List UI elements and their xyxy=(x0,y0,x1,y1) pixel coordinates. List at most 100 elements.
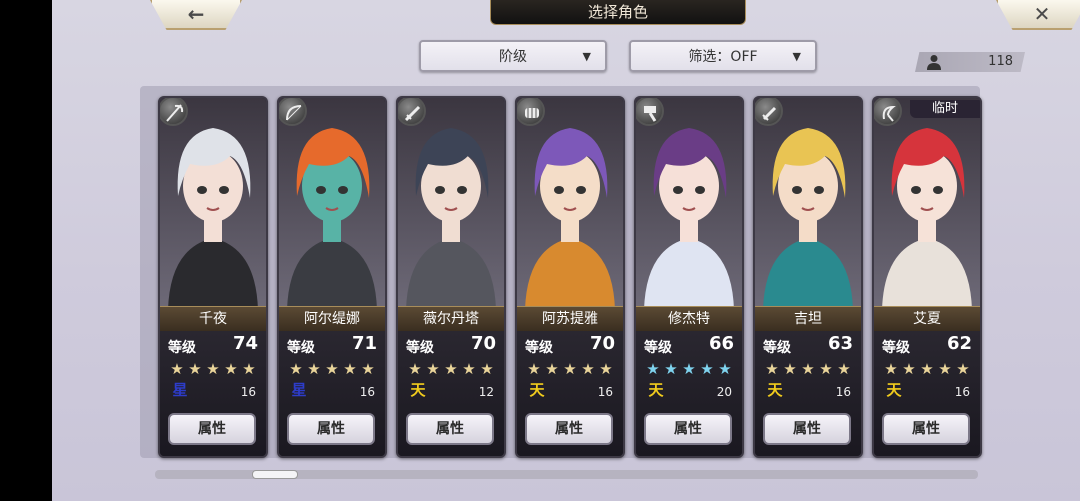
roster-count-badge: 118 xyxy=(915,52,1025,72)
star-icon: ★ xyxy=(819,360,833,378)
filter-dropdown[interactable]: 筛选：OFF ▼ xyxy=(629,40,817,72)
game-screen: ← 选择角色 ✕ 阶级 ▼ 筛选：OFF ▼ 118 千夜 等级 74 ★ ★ ★ ★ ★ 星 1… xyxy=(0,0,1080,501)
star-icon: ★ xyxy=(801,360,815,378)
close-button[interactable]: ✕ xyxy=(996,0,1080,30)
star-icon: ★ xyxy=(444,360,458,378)
character-info: 等级 71 ★ ★ ★ ★ ★ 星 16 属性 xyxy=(279,331,385,456)
character-info: 等级 70 ★ ★ ★ ★ ★ 天 16 属性 xyxy=(517,331,623,456)
character-name: 薇尔丹塔 xyxy=(398,306,504,332)
chevron-down-icon: ▼ xyxy=(582,50,591,63)
character-portrait xyxy=(279,98,385,310)
character-card[interactable]: 吉坦 等级 63 ★ ★ ★ ★ ★ 天 16 属性 xyxy=(753,96,863,458)
level-label: 等级 xyxy=(644,340,672,356)
attributes-button[interactable]: 属性 xyxy=(882,413,970,445)
dagger-icon xyxy=(755,98,783,126)
rank-number: 12 xyxy=(478,385,494,399)
star-icon: ★ xyxy=(426,360,440,378)
bow-icon xyxy=(279,98,307,126)
level-label: 等级 xyxy=(525,340,553,356)
star-icon: ★ xyxy=(545,360,559,378)
star-icon: ★ xyxy=(956,360,970,378)
character-card[interactable]: 千夜 等级 74 ★ ★ ★ ★ ★ 星 16 属性 xyxy=(158,96,268,458)
chevron-down-icon: ▼ xyxy=(792,50,801,63)
rank-icon: 天 xyxy=(886,381,902,399)
rank-number: 16 xyxy=(240,385,256,399)
level-value: 70 xyxy=(589,333,615,354)
level-value: 74 xyxy=(232,333,258,354)
star-icon: ★ xyxy=(664,360,678,378)
level-label: 等级 xyxy=(406,340,434,356)
star-icon: ★ xyxy=(718,360,732,378)
star-icon: ★ xyxy=(289,360,303,378)
level-label: 等级 xyxy=(763,340,791,356)
rank-number: 16 xyxy=(954,385,970,399)
rank-icon: 天 xyxy=(648,381,664,399)
character-card[interactable]: 临时艾夏等级 62 ★ ★ ★ ★ ★ 天 16 属性 xyxy=(872,96,982,458)
attributes-button[interactable]: 属性 xyxy=(406,413,494,445)
sickle-icon xyxy=(874,98,902,126)
character-card[interactable]: 阿苏提雅 等级 70 ★ ★ ★ ★ ★ 天 16 属性 xyxy=(515,96,625,458)
scrollbar-thumb[interactable] xyxy=(252,470,298,479)
character-name: 吉坦 xyxy=(755,306,861,332)
star-rating: ★ ★ ★ ★ ★ xyxy=(763,359,857,378)
character-info: 等级 63 ★ ★ ★ ★ ★ 天 16 属性 xyxy=(755,331,861,456)
character-info: 等级 74 ★ ★ ★ ★ ★ 星 16 属性 xyxy=(160,331,266,456)
star-icon: ★ xyxy=(527,360,541,378)
character-card[interactable]: 阿尔缇娜 等级 71 ★ ★ ★ ★ ★ 星 16 属性 xyxy=(277,96,387,458)
star-icon: ★ xyxy=(480,360,494,378)
grade-sort-dropdown[interactable]: 阶级 ▼ xyxy=(419,40,607,72)
rank-icon: 天 xyxy=(529,381,545,399)
attributes-button[interactable]: 属性 xyxy=(525,413,613,445)
star-icon: ★ xyxy=(581,360,595,378)
star-rating: ★ ★ ★ ★ ★ xyxy=(168,359,262,378)
star-icon: ★ xyxy=(646,360,660,378)
attributes-button[interactable]: 属性 xyxy=(644,413,732,445)
star-icon: ★ xyxy=(462,360,476,378)
character-name: 千夜 xyxy=(160,306,266,332)
level-label: 等级 xyxy=(882,340,910,356)
attributes-button[interactable]: 属性 xyxy=(763,413,851,445)
star-icon: ★ xyxy=(765,360,779,378)
level-label: 等级 xyxy=(168,340,196,356)
temporary-badge: 临时 xyxy=(910,100,980,118)
character-name: 艾夏 xyxy=(874,306,980,332)
level-value: 63 xyxy=(827,333,853,354)
star-rating: ★ ★ ★ ★ ★ xyxy=(882,359,976,378)
level-label: 等级 xyxy=(287,340,315,356)
rank-icon: 天 xyxy=(410,381,426,399)
level-value: 66 xyxy=(708,333,734,354)
character-card[interactable]: 修杰特 等级 66 ★ ★ ★ ★ ★ 天 20 属性 xyxy=(634,96,744,458)
attributes-button[interactable]: 属性 xyxy=(168,413,256,445)
arrow-left-icon: ← xyxy=(187,2,205,26)
star-icon: ★ xyxy=(307,360,321,378)
star-icon: ★ xyxy=(343,360,357,378)
star-icon: ★ xyxy=(224,360,238,378)
fist-icon xyxy=(517,98,545,126)
filter-label: 筛选：OFF xyxy=(688,49,758,65)
character-portrait xyxy=(160,98,266,310)
star-icon: ★ xyxy=(682,360,696,378)
character-portrait xyxy=(398,98,504,310)
character-card[interactable]: 薇尔丹塔 等级 70 ★ ★ ★ ★ ★ 天 12 属性 xyxy=(396,96,506,458)
back-button[interactable]: ← xyxy=(150,0,242,30)
star-icon: ★ xyxy=(902,360,916,378)
character-info: 等级 70 ★ ★ ★ ★ ★ 天 12 属性 xyxy=(398,331,504,456)
scythe-icon xyxy=(160,98,188,126)
star-icon: ★ xyxy=(884,360,898,378)
character-name: 阿尔缇娜 xyxy=(279,306,385,332)
level-value: 71 xyxy=(351,333,377,354)
level-value: 70 xyxy=(470,333,496,354)
star-icon: ★ xyxy=(242,360,256,378)
star-icon: ★ xyxy=(170,360,184,378)
character-portrait xyxy=(636,98,742,310)
star-icon: ★ xyxy=(408,360,422,378)
star-rating: ★ ★ ★ ★ ★ xyxy=(406,359,500,378)
character-portrait xyxy=(517,98,623,310)
star-rating: ★ ★ ★ ★ ★ xyxy=(525,359,619,378)
star-icon: ★ xyxy=(837,360,851,378)
person-icon xyxy=(927,54,941,70)
attributes-button[interactable]: 属性 xyxy=(287,413,375,445)
rank-number: 16 xyxy=(835,385,851,399)
star-icon: ★ xyxy=(563,360,577,378)
level-value: 62 xyxy=(946,333,972,354)
